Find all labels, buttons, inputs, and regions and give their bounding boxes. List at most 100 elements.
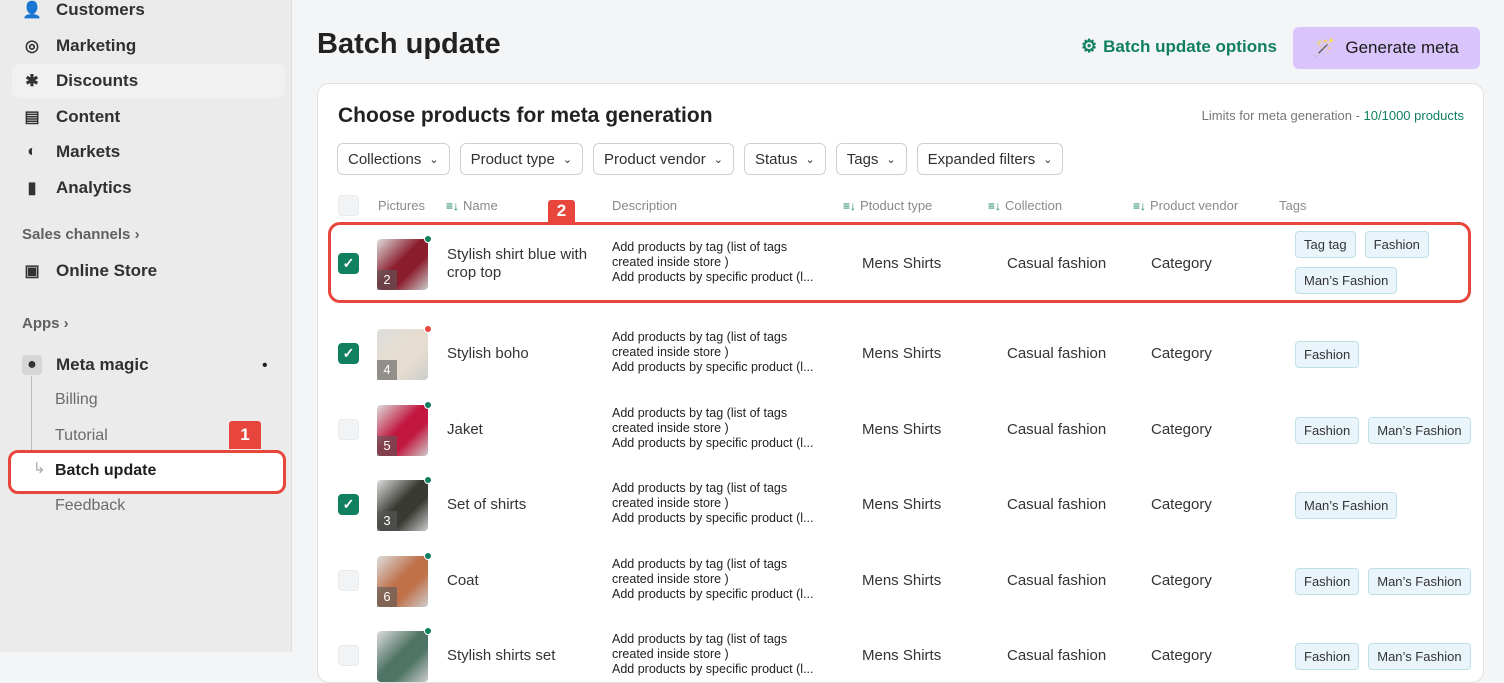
column-description: Description <box>612 198 677 213</box>
chevron-down-icon: ⌄ <box>563 153 572 166</box>
column-pictures: Pictures <box>378 198 425 213</box>
product-name[interactable]: Stylish shirts set <box>447 647 597 665</box>
product-description: Add products by tag (list of tagscreated… <box>612 406 832 451</box>
page-title: Batch update <box>317 28 501 61</box>
status-dot <box>424 235 432 243</box>
discount-icon: ✱ <box>22 71 42 91</box>
column-tags: Tags <box>1279 198 1306 213</box>
product-image: 2 <box>377 239 428 290</box>
tag-list: FashionMan’s Fashion <box>1295 568 1480 595</box>
sidebar-item-feedback[interactable]: Feedback <box>55 497 125 515</box>
product-name[interactable]: Set of shirts <box>447 496 597 514</box>
column-collection[interactable]: ≡↓Collection <box>988 198 1062 213</box>
product-name[interactable]: Coat <box>447 572 597 590</box>
sidebar-item-online-store[interactable]: ▣Online Store <box>22 261 157 281</box>
globe-icon: ◐ <box>22 142 42 162</box>
vendor: Category <box>1151 647 1212 664</box>
tree-arrow-icon: ↳ <box>33 459 46 477</box>
chevron-down-icon: ⌄ <box>886 153 895 166</box>
status-dot <box>424 627 432 635</box>
gear-icon: ⚙ <box>1081 36 1097 57</box>
bar-chart-icon: ▮ <box>22 178 42 198</box>
card-title: Choose products for meta generation <box>338 104 713 128</box>
products-card: Choose products for meta generation Limi… <box>317 83 1484 683</box>
product-type: Mens Shirts <box>862 572 941 589</box>
row-checkbox[interactable]: ✓ <box>338 343 359 364</box>
collection: Casual fashion <box>1007 345 1106 362</box>
sidebar-item-tutorial[interactable]: Tutorial <box>55 427 108 445</box>
row-checkbox[interactable] <box>338 570 359 591</box>
filter-expanded-filters[interactable]: Expanded filters⌄ <box>917 143 1064 175</box>
product-type: Mens Shirts <box>862 345 941 362</box>
dot-indicator: • <box>262 357 268 375</box>
sidebar-item-customers[interactable]: 👤Customers <box>22 0 145 20</box>
product-description: Add products by tag (list of tagscreated… <box>612 240 832 285</box>
collection: Casual fashion <box>1007 255 1106 272</box>
product-name[interactable]: Jaket <box>447 421 597 439</box>
row-checkbox[interactable]: ✓ <box>338 494 359 515</box>
product-description: Add products by tag (list of tagscreated… <box>612 632 832 677</box>
row-checkbox[interactable]: ✓ <box>338 253 359 274</box>
tag-list: Fashion <box>1295 341 1480 368</box>
column-product-type[interactable]: ≡↓Ptoduct type <box>843 198 932 213</box>
collection: Casual fashion <box>1007 647 1106 664</box>
sidebar-item-discounts[interactable]: ✱Discounts <box>22 71 138 91</box>
filter-collections[interactable]: Collections⌄ <box>337 143 450 175</box>
tag-badge: Tag tag <box>1295 231 1356 258</box>
product-name[interactable]: Stylish shirt blue with crop top <box>447 246 597 282</box>
tag-badge: Fashion <box>1295 341 1359 368</box>
limits-text: Limits for meta generation - 10/1000 pro… <box>1202 108 1464 123</box>
sidebar-item-content[interactable]: ▤Content <box>22 107 120 127</box>
sidebar-item-analytics[interactable]: ▮Analytics <box>22 178 132 198</box>
sort-icon: ≡↓ <box>843 199 856 213</box>
filter-tags[interactable]: Tags⌄ <box>836 143 907 175</box>
filter-product-type[interactable]: Product type⌄ <box>460 143 583 175</box>
status-dot <box>424 552 432 560</box>
product-name[interactable]: Stylish boho <box>447 345 597 363</box>
sidebar-item-billing[interactable]: Billing <box>55 391 98 409</box>
chevron-down-icon: ⌄ <box>429 153 438 166</box>
target-icon: ◎ <box>22 36 42 56</box>
filter-product-vendor[interactable]: Product vendor⌄ <box>593 143 734 175</box>
product-image: 5 <box>377 405 428 456</box>
product-image: 6 <box>377 556 428 607</box>
vendor: Category <box>1151 421 1212 438</box>
tag-badge: Man’s Fashion <box>1368 417 1470 444</box>
tag-badge: Fashion <box>1365 231 1429 258</box>
store-icon: ▣ <box>22 261 42 281</box>
sidebar-item-batch-update[interactable]: ↳ Batch update <box>8 450 286 494</box>
sidebar: 👤Customers ◎Marketing ✱Discounts ▤Content ◐M… <box>0 0 292 652</box>
vendor: Category <box>1151 345 1212 362</box>
tag-list: Tag tagFashionMan’s Fashion <box>1295 231 1480 294</box>
tag-badge: Man’s Fashion <box>1368 643 1470 670</box>
collection: Casual fashion <box>1007 572 1106 589</box>
row-checkbox[interactable] <box>338 419 359 440</box>
chevron-down-icon: ⌄ <box>806 153 815 166</box>
batch-update-options-button[interactable]: ⚙Batch update options <box>1081 36 1277 57</box>
person-icon: 👤 <box>22 0 42 20</box>
tag-badge: Man’s Fashion <box>1368 568 1470 595</box>
sort-icon: ≡↓ <box>1133 199 1146 213</box>
product-type: Mens Shirts <box>862 496 941 513</box>
select-all-checkbox[interactable] <box>338 195 359 216</box>
tag-badge: Fashion <box>1295 643 1359 670</box>
app-icon: ● <box>22 355 42 375</box>
generate-meta-button[interactable]: 🪄Generate meta <box>1293 27 1480 69</box>
sidebar-item-markets[interactable]: ◐Markets <box>22 142 120 162</box>
chevron-down-icon: ⌄ <box>714 153 723 166</box>
sidebar-item-meta-magic[interactable]: ●Meta magic <box>22 355 149 375</box>
column-name[interactable]: ≡↓Name <box>446 198 498 213</box>
status-dot <box>424 401 432 409</box>
content-icon: ▤ <box>22 107 42 127</box>
row-checkbox[interactable] <box>338 645 359 666</box>
product-description: Add products by tag (list of tagscreated… <box>612 481 832 526</box>
sort-icon: ≡↓ <box>446 199 459 213</box>
sidebar-item-marketing[interactable]: ◎Marketing <box>22 36 136 56</box>
tag-list: Fashion Man’s Fashion <box>1295 643 1480 670</box>
apps-heading[interactable]: Apps › <box>22 315 69 332</box>
annotation-badge-2: 2 <box>548 200 575 222</box>
sales-channels-heading[interactable]: Sales channels › <box>22 226 140 243</box>
filter-status[interactable]: Status⌄ <box>744 143 826 175</box>
status-dot <box>424 325 432 333</box>
column-product-vendor[interactable]: ≡↓Product vendor <box>1133 198 1238 213</box>
